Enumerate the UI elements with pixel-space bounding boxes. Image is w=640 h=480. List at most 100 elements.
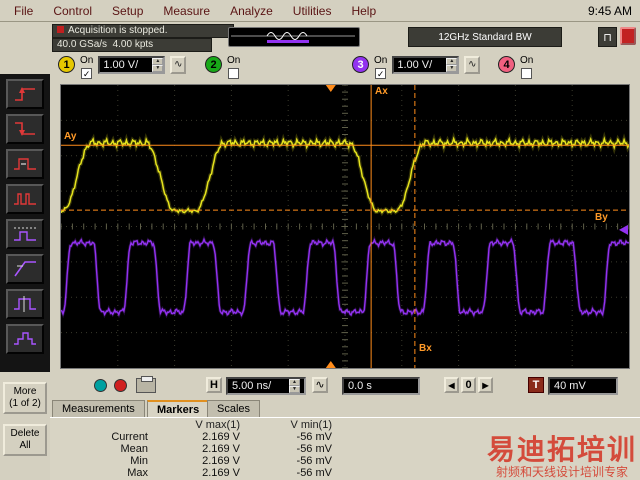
window-icon [14,296,36,312]
tab-scales[interactable]: Scales [207,400,261,417]
trigger-menu-button[interactable]: T [528,377,544,393]
timebase-dropdown[interactable]: 5.00 ns/ ▲ ▼ [226,377,306,395]
vmax-column-header: V max(1) [195,419,240,431]
trigger-transition-button[interactable] [6,254,44,284]
menu-help[interactable]: Help [341,1,386,21]
channel-1-on-checkbox[interactable]: ✓ [81,68,93,79]
channel-1-on-label: On [80,55,94,66]
row-label-mean: Mean [120,443,148,455]
channel-4-on-checkbox[interactable] [521,68,533,79]
channel-3-on-label: On [374,55,388,66]
position-left-button[interactable]: ◀ [444,377,459,393]
trigger-edge-rising-button[interactable] [6,79,44,109]
menu-bar: File Control Setup Measure Analyze Utili… [0,0,640,22]
marker-by-label[interactable]: By [595,212,608,223]
timebase-down[interactable]: ▼ [289,386,300,393]
menu-utilities[interactable]: Utilities [283,1,342,21]
mean-vmin: -56 mV [296,443,332,455]
delete-all-button[interactable]: Delete All [3,424,47,456]
menu-file[interactable]: File [4,1,43,21]
preview-waveform-icon [231,32,355,43]
channel-4-controls: 4 On [498,56,533,79]
more-button[interactable]: More (1 of 2) [3,382,47,414]
edge-falling-icon [15,122,35,136]
marker-ax-label[interactable]: Ax [375,86,388,97]
channel-3-controls: 3 On ✓ 1.00 V/ ▲ ▼ ∿ [352,55,481,79]
trigger-pattern-button[interactable] [6,324,44,354]
glitch-icon [14,193,36,205]
trigger-level-box[interactable]: 40 mV [548,377,618,395]
menu-analyze[interactable]: Analyze [220,1,283,21]
channel-4-badge[interactable]: 4 [498,56,515,73]
channel-2-controls: 2 On [205,56,240,79]
sample-rate-status: 40.0 GSa/s 4.00 kpts [52,38,212,52]
horizontal-position-preview[interactable] [228,27,360,47]
channel-3-scale-up[interactable]: ▲ [446,58,458,65]
channel-2-on-checkbox[interactable] [228,68,240,79]
channel-1-scale-dropdown[interactable]: 1.00 V/ ▲ ▼ [98,56,166,74]
waveform-grid [59,84,631,369]
zoom-mode-button[interactable]: ∿ [312,377,328,393]
print-button[interactable] [136,376,156,393]
trigger-glitch-button[interactable] [6,184,44,214]
horizontal-menu-button[interactable]: H [206,377,222,393]
marker-ay-label[interactable]: Ay [64,131,76,142]
marker-bx-label[interactable]: Bx [419,343,432,354]
channel-1-scale-down[interactable]: ▼ [152,65,164,72]
measurement-table: V max(1) V min(1) Current 2.169 V -56 mV… [74,419,338,479]
mean-vmax: 2.169 V [202,443,240,455]
position-zero-button[interactable]: 0 [461,377,476,393]
menu-setup[interactable]: Setup [102,1,153,21]
channel-2-on-label: On [227,55,241,66]
horizontal-bar: H 5.00 ns/ ▲ ▼ ∿ 0.0 s ◀ 0 ▶ T 40 mV [50,372,640,400]
position-right-button[interactable]: ▶ [478,377,493,393]
min-vmin: -56 mV [296,455,332,467]
channel-3-badge[interactable]: 3 [352,56,369,73]
transition-icon [14,261,36,277]
pulse-width-icon [14,158,36,170]
trigger-toolbar [0,74,50,372]
timebase-up[interactable]: ▲ [289,379,300,386]
menu-control[interactable]: Control [43,1,102,21]
current-vmax: 2.169 V [202,431,240,443]
channel-1-badge[interactable]: 1 [58,56,75,73]
trigger-edge-falling-button[interactable] [6,114,44,144]
trigger-runt-button[interactable] [6,219,44,249]
runt-icon [14,227,36,241]
trigger-pulse-width-button[interactable] [6,149,44,179]
edge-rising-icon [15,87,35,101]
trigger-window-button[interactable] [6,289,44,319]
channel-3-on-checkbox[interactable]: ✓ [375,68,387,79]
waveform-display[interactable]: Ax Ay Bx By [59,84,631,369]
vmin-column-header: V min(1) [290,419,332,431]
channel-3-scale-down[interactable]: ▼ [446,65,458,72]
row-label-max: Max [127,467,148,479]
run-stop-button[interactable] [620,27,636,45]
current-vmin: -56 mV [296,431,332,443]
trigger-mode-icon[interactable]: ⊓ [598,27,617,47]
channel-1-controls: 1 On ✓ 1.00 V/ ▲ ▼ ∿ [58,55,187,79]
channel-1-scale-up[interactable]: ▲ [152,58,164,65]
oscilloscope-app: File Control Setup Measure Analyze Utili… [0,0,640,480]
bandwidth-status: 12GHz Standard BW [408,27,562,47]
tab-measurements[interactable]: Measurements [52,400,145,417]
clock: 9:45 AM [587,3,632,18]
row-label-current: Current [111,431,148,443]
row-label-min: Min [130,455,148,467]
menu-measure[interactable]: Measure [153,1,220,21]
acquisition-status: Acquisition is stopped. [52,24,234,38]
stop-indicator-icon [57,26,64,33]
pattern-icon [14,332,36,345]
row-header-blank [74,419,154,431]
channel-3-scale-dropdown[interactable]: 1.00 V/ ▲ ▼ [392,56,460,74]
tab-markers[interactable]: Markers [147,400,210,418]
stop-button[interactable] [114,379,127,392]
min-vmax: 2.169 V [202,455,240,467]
measurement-results-panel: V max(1) V min(1) Current 2.169 V -56 mV… [50,417,640,480]
touch-button[interactable] [94,379,107,392]
channel-1-coupling-button[interactable]: ∿ [170,56,187,74]
max-vmax: 2.169 V [202,467,240,479]
horizontal-position-box[interactable]: 0.0 s [342,377,420,395]
channel-2-badge[interactable]: 2 [205,56,222,73]
channel-3-coupling-button[interactable]: ∿ [464,56,481,74]
